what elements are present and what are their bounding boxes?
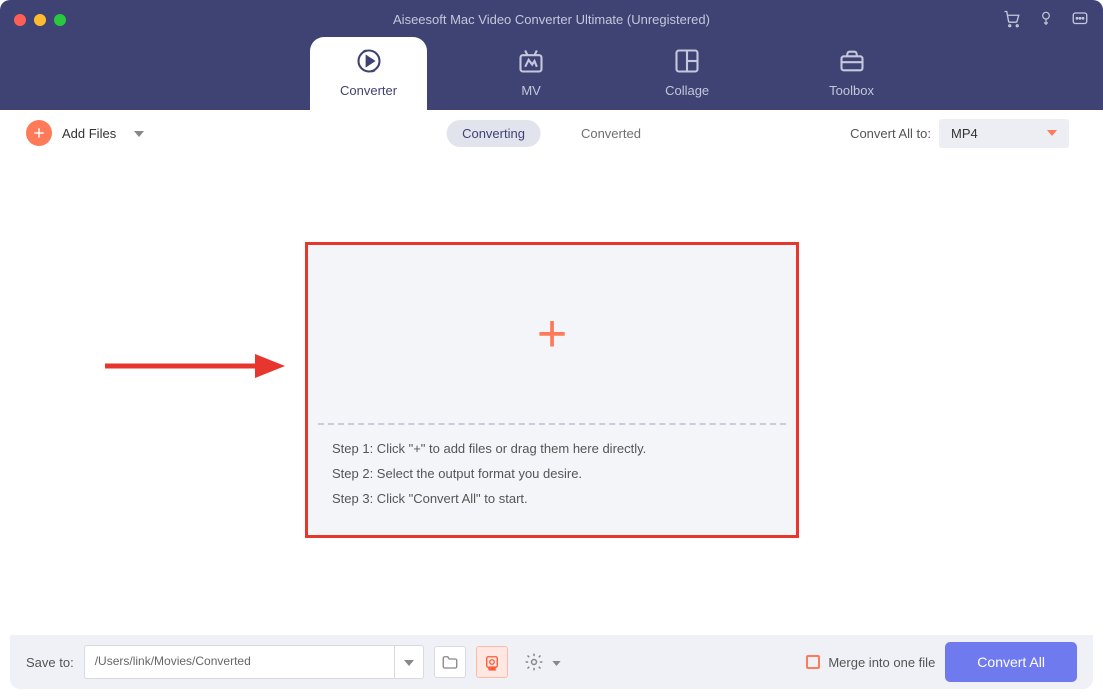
content-area: + Step 1: Click "+" to add files or drag… [10,156,1093,635]
status-tab-converted[interactable]: Converted [565,120,657,147]
plus-icon [26,120,52,146]
save-path-dropdown[interactable] [394,645,424,679]
chevron-down-icon[interactable] [552,653,561,671]
toolbox-icon [838,47,866,75]
add-files-button[interactable]: Add Files [26,120,144,146]
mv-icon [517,47,545,75]
settings-button[interactable] [518,646,550,678]
tab-mv[interactable]: MV [487,37,575,110]
tab-label: Toolbox [829,83,874,98]
chevron-down-icon[interactable] [134,124,144,142]
converter-icon [355,47,383,75]
open-folder-button[interactable] [434,646,466,678]
convert-all-to-label: Convert All to: [850,126,931,141]
feedback-icon[interactable] [1071,10,1089,28]
merge-checkbox[interactable]: Merge into one file [806,655,935,670]
tab-label: Collage [665,83,709,98]
tab-converter[interactable]: Converter [310,37,427,110]
checkbox-icon [806,655,820,669]
chevron-down-icon [1047,130,1057,136]
output-format-dropdown[interactable]: MP4 [939,119,1069,148]
save-path-field[interactable]: /Users/link/Movies/Converted [84,645,394,679]
footer-bar: Save to: /Users/link/Movies/Converted ON [10,635,1093,689]
collage-icon [673,47,701,75]
save-to-label: Save to: [26,655,74,670]
app-title: Aiseesoft Mac Video Converter Ultimate (… [0,12,1103,27]
selected-format: MP4 [951,126,978,141]
gpu-accel-button[interactable]: ON [476,646,508,678]
step-text: Step 3: Click "Convert All" to start. [332,491,772,506]
header-bar: Aiseesoft Mac Video Converter Ultimate (… [0,0,1103,110]
merge-label: Merge into one file [828,655,935,670]
step-text: Step 1: Click "+" to add files or drag t… [332,441,772,456]
tab-collage[interactable]: Collage [635,37,739,110]
drop-zone[interactable]: + Step 1: Click "+" to add files or drag… [305,242,799,538]
svg-text:ON: ON [488,666,495,671]
toolbar: Add Files Converting Converted Convert A… [10,110,1093,156]
status-tab-converting[interactable]: Converting [446,120,541,147]
tab-toolbox[interactable]: Toolbox [799,37,904,110]
annotation-arrow [105,351,285,386]
add-plus-icon[interactable]: + [537,304,567,364]
step-text: Step 2: Select the output format you des… [332,466,772,481]
convert-all-button[interactable]: Convert All [945,642,1077,682]
tab-label: Converter [340,83,397,98]
add-files-label: Add Files [62,126,116,141]
key-icon[interactable] [1037,10,1055,28]
tab-label: MV [521,83,541,98]
cart-icon[interactable] [1003,10,1021,28]
